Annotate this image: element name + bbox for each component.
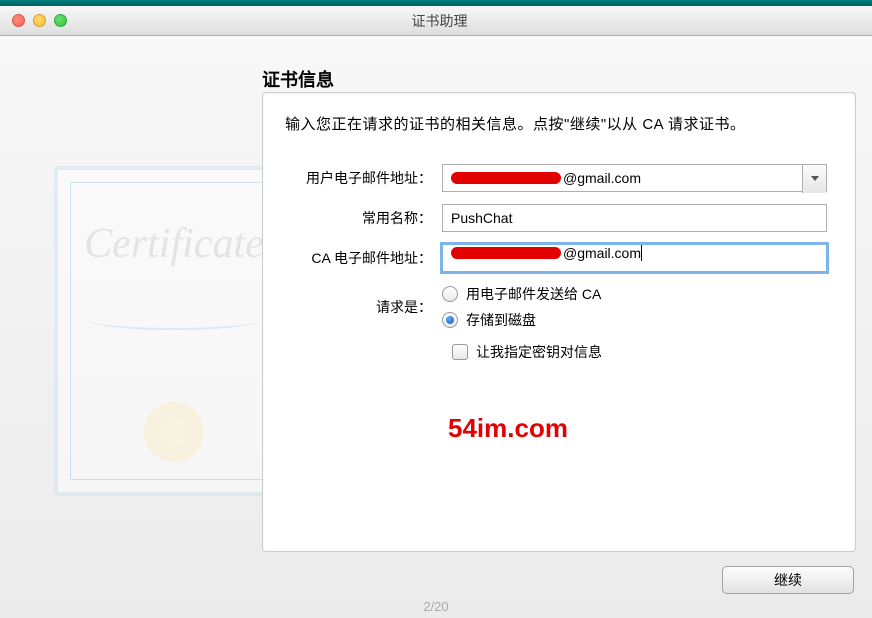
- redacted-mark: [451, 247, 561, 259]
- text-cursor: [641, 245, 642, 261]
- instruction-text: 输入您正在请求的证书的相关信息。点按"继续"以从 CA 请求证书。: [285, 113, 833, 134]
- maximize-button[interactable]: [54, 14, 67, 27]
- keypair-checkbox-row[interactable]: 让我指定密钥对信息: [452, 342, 833, 362]
- radio-icon: [442, 312, 458, 328]
- radio-disk-label: 存储到磁盘: [466, 310, 536, 330]
- request-type-row: 请求是： 用电子邮件发送给 CA 存储到磁盘: [285, 284, 833, 330]
- form-panel: 输入您正在请求的证书的相关信息。点按"继续"以从 CA 请求证书。 用户电子邮件…: [262, 92, 856, 552]
- combobox-arrow[interactable]: [802, 165, 826, 193]
- ca-email-value: @gmail.com: [563, 245, 641, 261]
- certificate-seal: [144, 402, 204, 462]
- traffic-lights: [12, 14, 67, 27]
- window-title: 证书助理: [67, 11, 812, 31]
- content-area: Certificate 证书信息 输入您正在请求的证书的相关信息。点按"继续"以…: [0, 36, 872, 618]
- page-indicator: 2/20: [423, 599, 448, 614]
- checkbox-icon: [452, 344, 468, 360]
- common-name-input[interactable]: [442, 204, 827, 232]
- ca-email-label: CA 电子邮件地址：: [285, 248, 442, 268]
- watermark-text: 54im.com: [448, 413, 568, 444]
- common-name-row: 常用名称：: [285, 204, 833, 232]
- titlebar: 证书助理: [0, 6, 872, 36]
- user-email-row: 用户电子邮件地址： @gmail.com: [285, 164, 833, 192]
- ca-email-row: CA 电子邮件地址： @gmail.com: [285, 244, 833, 272]
- chevron-down-icon: [811, 176, 819, 182]
- radio-save-to-disk[interactable]: 存储到磁盘: [442, 310, 833, 330]
- radio-email-label: 用电子邮件发送给 CA: [466, 284, 601, 304]
- user-email-combobox[interactable]: @gmail.com: [442, 164, 827, 192]
- ca-email-input[interactable]: @gmail.com: [442, 244, 827, 272]
- certificate-graphic: Certificate: [54, 166, 294, 496]
- user-email-value: @gmail.com: [563, 170, 641, 186]
- redacted-mark: [451, 172, 561, 184]
- section-title: 证书信息: [262, 66, 334, 92]
- radio-email-to-ca[interactable]: 用电子邮件发送给 CA: [442, 284, 833, 304]
- certificate-script-text: Certificate: [78, 220, 270, 268]
- minimize-button[interactable]: [33, 14, 46, 27]
- certificate-swoosh: [88, 310, 260, 330]
- request-type-radiogroup: 用电子邮件发送给 CA 存储到磁盘: [442, 284, 833, 330]
- user-email-label: 用户电子邮件地址：: [285, 168, 442, 188]
- radio-icon: [442, 286, 458, 302]
- keypair-checkbox-label: 让我指定密钥对信息: [476, 342, 602, 362]
- continue-button[interactable]: 继续: [722, 566, 854, 594]
- close-button[interactable]: [12, 14, 25, 27]
- common-name-label: 常用名称：: [285, 208, 442, 228]
- request-type-label: 请求是：: [285, 297, 442, 317]
